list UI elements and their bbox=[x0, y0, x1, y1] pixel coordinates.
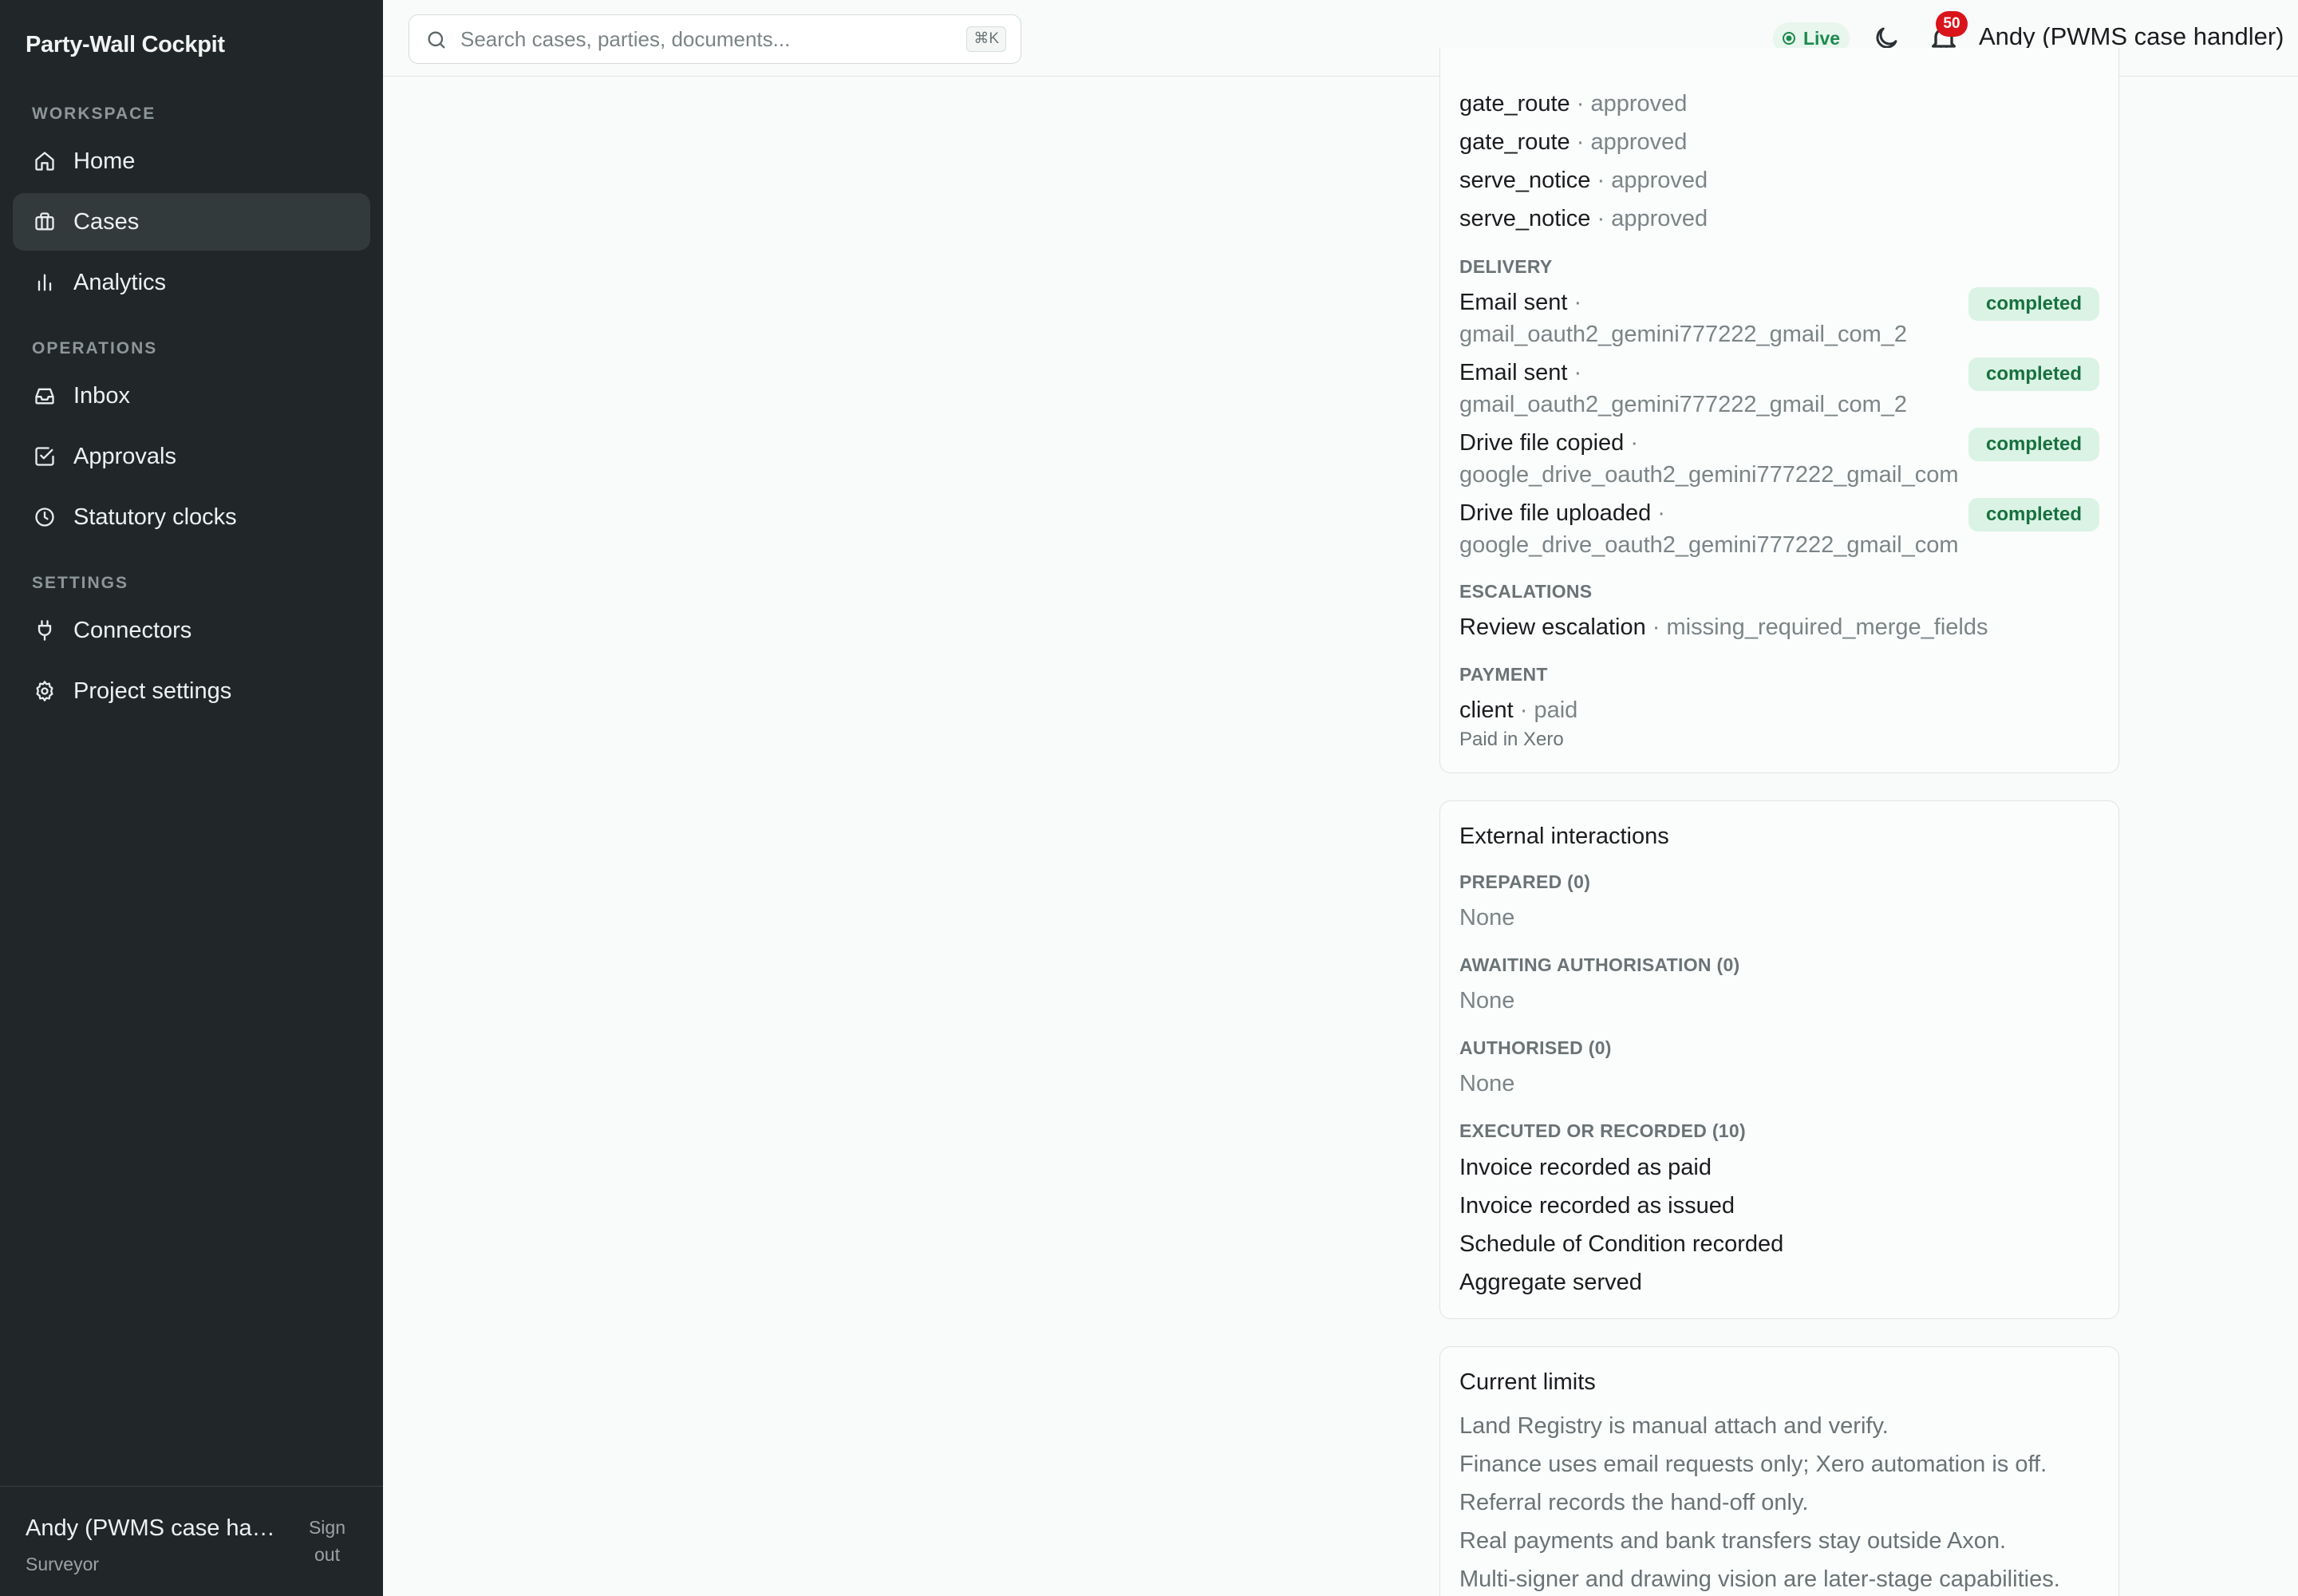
payment-note: Paid in Xero bbox=[1459, 729, 1564, 750]
list-item: Finance uses email requests only; Xero a… bbox=[1459, 1452, 2047, 1477]
section-label-settings: SETTINGS bbox=[32, 574, 129, 592]
delivery-section-label: DELIVERY bbox=[1459, 256, 1553, 277]
bar-chart-icon bbox=[34, 271, 56, 294]
delivery-item-title: Drive file copied · bbox=[1459, 430, 1639, 456]
live-dot-icon bbox=[1783, 32, 1795, 45]
delivery-item-account: gmail_oauth2_gemini777222_gmail_com_2 bbox=[1459, 392, 1908, 417]
inbox-icon bbox=[34, 385, 56, 407]
list-item: Schedule of Condition recorded bbox=[1459, 1231, 1784, 1257]
section-label-operations: OPERATIONS bbox=[32, 339, 158, 358]
sidebar-item-approvals[interactable]: Approvals bbox=[13, 428, 370, 485]
delivery-item-title: Email sent · bbox=[1459, 360, 1582, 385]
sidebar-item-cases[interactable]: Cases bbox=[13, 193, 370, 251]
escalation-row: Review escalation · missing_required_mer… bbox=[1459, 614, 1988, 640]
delivery-item-account: gmail_oauth2_gemini777222_gmail_com_2 bbox=[1459, 322, 1908, 347]
prepared-section-label: PREPARED (0) bbox=[1459, 871, 1591, 892]
sidebar-user-name: Andy (PWMS case handler) bbox=[26, 1515, 281, 1541]
list-item: Referral records the hand-off only. bbox=[1459, 1490, 1809, 1515]
topbar-user-name[interactable]: Andy (PWMS case handler) bbox=[1979, 22, 2284, 51]
sidebar-item-label: Approvals bbox=[73, 443, 176, 469]
awaiting-section-label: AWAITING AUTHORISATION (0) bbox=[1459, 954, 1740, 975]
approval-row: gate_route · approved bbox=[1459, 129, 1688, 155]
sidebar-item-label: Home bbox=[73, 148, 136, 174]
clock-icon bbox=[34, 506, 56, 528]
sidebar: Party-Wall Cockpit WORKSPACE Home Cases … bbox=[0, 0, 383, 1596]
list-item: Land Registry is manual attach and verif… bbox=[1459, 1413, 1889, 1439]
brand-title: Party-Wall Cockpit bbox=[26, 32, 225, 57]
sidebar-item-label: Inbox bbox=[73, 382, 130, 409]
sidebar-item-label: Cases bbox=[73, 208, 140, 235]
sidebar-footer: Andy (PWMS case handler) Surveyor Sign o… bbox=[0, 1486, 383, 1596]
sidebar-item-label: Analytics bbox=[73, 269, 167, 295]
home-icon bbox=[34, 150, 56, 172]
sign-out-button[interactable]: Sign out bbox=[303, 1514, 351, 1568]
status-badge: completed bbox=[1968, 287, 2099, 321]
search-box[interactable]: ⌘K bbox=[409, 14, 1021, 64]
awaiting-value: None bbox=[1459, 988, 1515, 1013]
delivery-item-account: google_drive_oauth2_gemini777222_gmail_c… bbox=[1459, 462, 1959, 488]
search-icon bbox=[428, 31, 445, 49]
delivery-item-title: Email sent · bbox=[1459, 290, 1582, 315]
delivery-item-title: Drive file uploaded · bbox=[1459, 500, 1665, 526]
check-square-icon bbox=[34, 445, 56, 468]
section-label-workspace: WORKSPACE bbox=[32, 105, 156, 123]
gear-icon bbox=[34, 680, 56, 702]
authorised-value: None bbox=[1459, 1071, 1515, 1096]
card-title: External interactions bbox=[1459, 824, 1669, 849]
sidebar-item-label: Connectors bbox=[73, 617, 192, 643]
approval-row: gate_route · approved bbox=[1459, 91, 1688, 117]
approval-row: serve_notice · approved bbox=[1459, 206, 1708, 231]
briefcase-icon bbox=[34, 211, 56, 233]
delivery-item-account: google_drive_oauth2_gemini777222_gmail_c… bbox=[1459, 532, 1959, 558]
status-badge: completed bbox=[1968, 498, 2099, 531]
sidebar-item-connectors[interactable]: Connectors bbox=[13, 602, 370, 659]
payment-section-label: PAYMENT bbox=[1459, 664, 1548, 685]
sidebar-item-label: Project settings bbox=[73, 678, 232, 704]
status-badge: completed bbox=[1968, 428, 2099, 461]
prepared-value: None bbox=[1459, 905, 1515, 930]
authorised-section-label: AUTHORISED (0) bbox=[1459, 1037, 1612, 1058]
sidebar-item-label: Statutory clocks bbox=[73, 504, 237, 530]
notification-count-badge: 50 bbox=[1936, 11, 1968, 37]
executed-section-label: EXECUTED OR RECORDED (10) bbox=[1459, 1120, 1746, 1141]
list-item: Aggregate served bbox=[1459, 1270, 1642, 1295]
case-activity-card: gate_route · approved gate_route · appro… bbox=[1439, 48, 2119, 773]
external-interactions-card: External interactions PREPARED (0) None … bbox=[1439, 800, 2119, 1319]
current-limits-card: Current limits Land Registry is manual a… bbox=[1439, 1346, 2119, 1596]
plug-icon bbox=[34, 619, 56, 642]
live-label: Live bbox=[1803, 27, 1841, 49]
sidebar-item-inbox[interactable]: Inbox bbox=[13, 367, 370, 425]
list-item: Invoice recorded as paid bbox=[1459, 1155, 1712, 1180]
list-item: Real payments and bank transfers stay ou… bbox=[1459, 1528, 2007, 1554]
sidebar-item-project-settings[interactable]: Project settings bbox=[13, 662, 370, 720]
status-badge: completed bbox=[1968, 358, 2099, 391]
list-item: Invoice recorded as issued bbox=[1459, 1193, 1735, 1219]
sidebar-item-statutory-clocks[interactable]: Statutory clocks bbox=[13, 488, 370, 546]
approval-row: serve_notice · approved bbox=[1459, 168, 1708, 193]
search-input[interactable] bbox=[460, 23, 939, 55]
keyboard-shortcut-hint: ⌘K bbox=[966, 26, 1006, 52]
payment-row: client · paid bbox=[1459, 697, 1578, 723]
sidebar-item-home[interactable]: Home bbox=[13, 132, 370, 190]
sidebar-user-role: Surveyor bbox=[26, 1554, 100, 1574]
card-title: Current limits bbox=[1459, 1369, 1596, 1395]
sidebar-item-analytics[interactable]: Analytics bbox=[13, 254, 370, 311]
escalations-section-label: ESCALATIONS bbox=[1459, 581, 1593, 602]
list-item: Multi-signer and drawing vision are late… bbox=[1459, 1566, 2060, 1592]
